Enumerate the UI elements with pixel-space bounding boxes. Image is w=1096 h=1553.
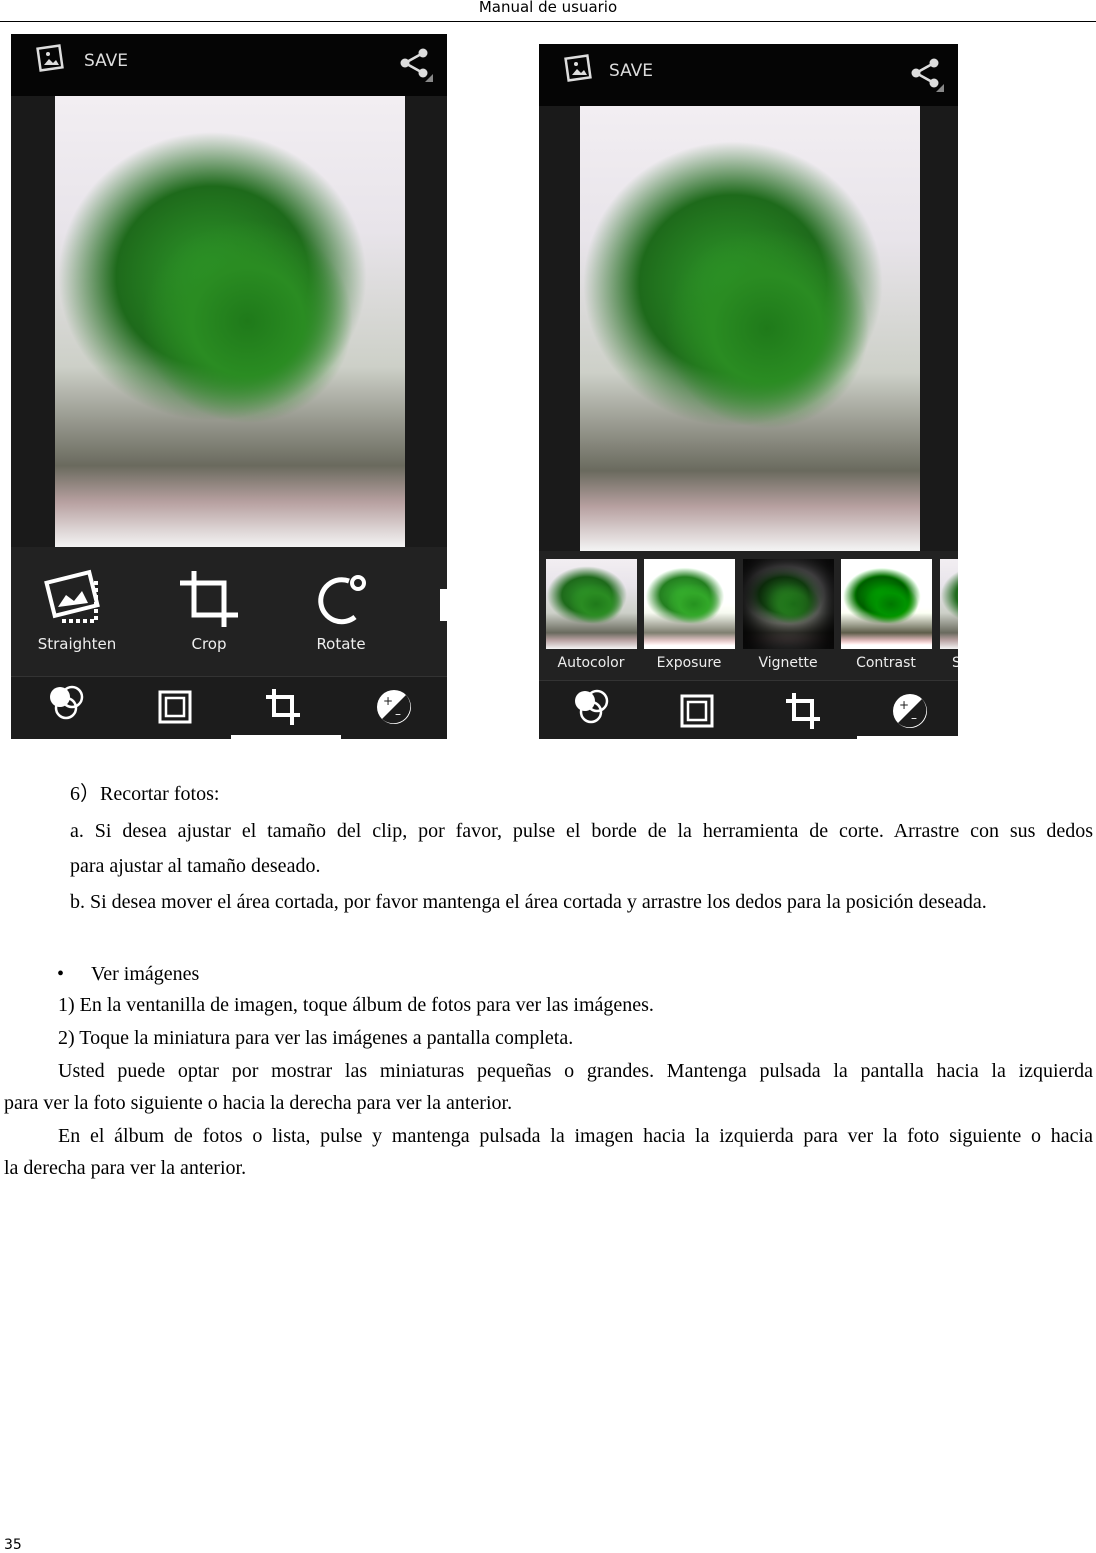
filters-icon[interactable] bbox=[571, 687, 611, 727]
crop-tab-icon[interactable] bbox=[264, 687, 304, 727]
filter-thumb-partial[interactable] bbox=[940, 559, 958, 649]
filter-thumb-contrast[interactable] bbox=[841, 559, 932, 649]
tool-label: Straighten bbox=[37, 635, 117, 653]
tool-straighten[interactable]: Straighten bbox=[25, 569, 129, 653]
filter-label: Exposure bbox=[656, 655, 722, 671]
filter-label: Autocolor bbox=[557, 655, 625, 671]
filter-label: S bbox=[952, 655, 958, 671]
paragraph-1-line2: para ver la foto siguiente o hacia la de… bbox=[4, 1092, 513, 1114]
filter-label: Contrast bbox=[856, 655, 916, 671]
svg-text:–: – bbox=[911, 711, 917, 725]
straighten-icon bbox=[44, 569, 100, 623]
exposure-icon[interactable]: +– bbox=[890, 691, 930, 731]
filter-thumb-autocolor[interactable] bbox=[546, 559, 637, 649]
filters-icon[interactable] bbox=[46, 683, 86, 723]
page-number: 35 bbox=[4, 1537, 22, 1553]
step-2: 2) Toque la miniatura para ver las imáge… bbox=[58, 1027, 574, 1049]
bullet-dot: • bbox=[57, 963, 65, 985]
filter-label: Vignette bbox=[758, 655, 818, 671]
rotate-icon bbox=[318, 575, 366, 625]
filter-thumb-exposure[interactable] bbox=[644, 559, 735, 649]
bottom-nav: + – bbox=[11, 676, 447, 739]
active-tab-indicator bbox=[231, 735, 341, 739]
exposure-icon[interactable]: +– bbox=[374, 687, 414, 727]
crop-tools-panel: Straighten Crop Rotate bbox=[11, 547, 447, 676]
active-tab-indicator bbox=[857, 736, 958, 739]
instruction-a-line1: a. Si desea ajustar el tamaño del clip, … bbox=[70, 820, 1093, 842]
more-tool-edge bbox=[440, 589, 447, 621]
save-button[interactable]: SAVE bbox=[84, 51, 128, 71]
filter-thumb-vignette[interactable] bbox=[743, 559, 834, 649]
paragraph-2-line2: la derecha para ver la anterior. bbox=[4, 1157, 247, 1179]
save-icon[interactable] bbox=[564, 53, 594, 83]
save-button[interactable]: SAVE bbox=[609, 61, 653, 81]
instruction-b: b. Si desea mover el área cortada, por f… bbox=[70, 891, 987, 913]
filters-panel: Autocolor Exposure Vignette Contrast S bbox=[539, 551, 958, 680]
bullet-heading: Ver imágenes bbox=[91, 963, 200, 985]
screenshot-exposure-filters: SAVE Autocolor Exposure Vignette Contras… bbox=[539, 44, 958, 739]
save-icon[interactable] bbox=[36, 43, 66, 73]
border-icon[interactable] bbox=[677, 691, 717, 731]
step-1: 1) En la ventanilla de imagen, toque álb… bbox=[58, 994, 654, 1016]
paragraph-2-line1: En el álbum de fotos o lista, pulse y ma… bbox=[58, 1125, 1093, 1147]
document-page: Manual de usuario SAVE Straighten Crop R… bbox=[0, 0, 1096, 1553]
photo-preview bbox=[55, 96, 405, 547]
screenshot-crop-tools: SAVE Straighten Crop Rotate + – bbox=[11, 34, 447, 739]
top-bar: SAVE bbox=[11, 34, 447, 96]
tool-label: Rotate bbox=[316, 635, 366, 653]
header-divider bbox=[0, 21, 1096, 22]
instruction-a-line2: para ajustar al tamaño deseado. bbox=[70, 855, 321, 877]
svg-text:–: – bbox=[395, 707, 401, 721]
photo-preview bbox=[580, 106, 920, 551]
border-icon[interactable] bbox=[155, 687, 195, 727]
svg-text:+: + bbox=[899, 698, 909, 712]
tool-rotate[interactable]: Rotate bbox=[289, 569, 393, 653]
crop-icon bbox=[180, 571, 238, 627]
crop-tab-icon[interactable] bbox=[784, 691, 824, 731]
share-icon[interactable] bbox=[908, 56, 944, 92]
svg-text:+: + bbox=[383, 694, 393, 708]
page-header: Manual de usuario bbox=[478, 0, 618, 16]
share-icon[interactable] bbox=[397, 46, 433, 82]
paragraph-1-line1: Usted puede optar por mostrar las miniat… bbox=[58, 1060, 1093, 1082]
top-bar: SAVE bbox=[539, 44, 958, 106]
section-title: 6）Recortar fotos: bbox=[70, 783, 220, 805]
tool-crop[interactable]: Crop bbox=[157, 569, 261, 653]
bottom-nav: + – bbox=[539, 680, 958, 739]
tool-label: Crop bbox=[191, 635, 227, 653]
